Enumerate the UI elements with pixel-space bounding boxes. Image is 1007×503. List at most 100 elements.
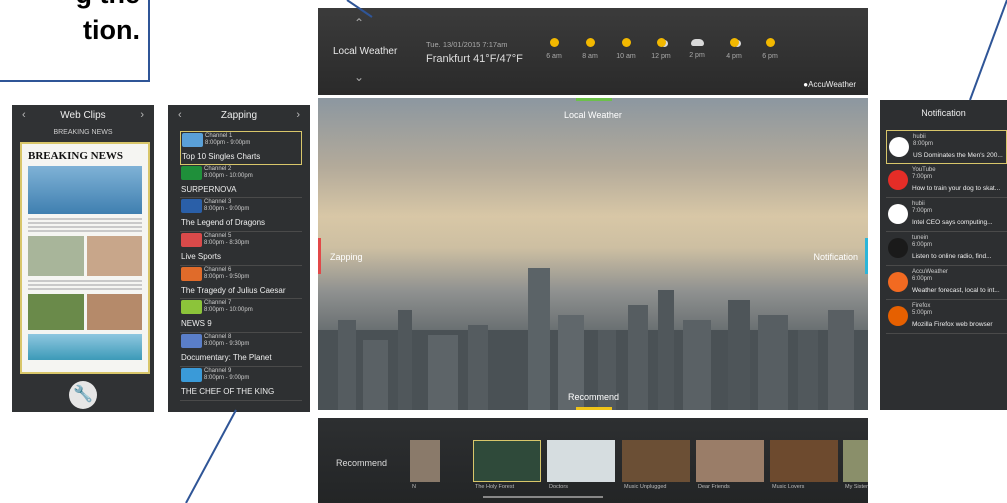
channel-number: Channel 8 — [204, 334, 232, 341]
zapping-tab-indicator[interactable] — [318, 238, 321, 274]
weather-hour-forecast: 10 am — [611, 38, 641, 60]
local-weather-label[interactable]: Local Weather — [564, 110, 622, 120]
channel-info: Channel 5 8:00pm - 8:30pm — [204, 233, 249, 247]
channel-item[interactable]: Channel 5 8:00pm - 8:30pm Live Sports — [180, 232, 302, 266]
channel-logo-icon — [181, 233, 202, 248]
channel-number: Channel 3 — [204, 199, 232, 206]
channel-logo-icon — [181, 199, 202, 214]
news-photo — [28, 294, 84, 330]
channel-item[interactable]: Channel 3 8:00pm - 9:00pm The Legend of Dr… — [180, 198, 302, 233]
channel-logo-icon — [181, 300, 202, 315]
recommend-card[interactable] — [843, 440, 868, 482]
notification-label[interactable]: Notification — [813, 252, 858, 262]
weather-hour-label: 4 pm — [726, 53, 742, 60]
sun-icon — [585, 38, 595, 47]
recommend-card[interactable] — [547, 440, 615, 482]
weather-hour-forecast: 6 pm — [755, 38, 785, 60]
channel-list: Channel 1 8:00pm - 9:00pm Top 10 Singles C… — [180, 131, 302, 401]
channel-info: Channel 2 8:00pm - 10:00pm — [204, 166, 253, 180]
notification-message: Mozilla Firefox web browser — [912, 321, 993, 328]
zapping-label[interactable]: Zapping — [330, 252, 363, 262]
recommend-card[interactable] — [410, 440, 440, 482]
weather-hour-label: 12 pm — [651, 53, 671, 60]
callout-box: g the tion. — [0, 0, 150, 82]
notification-title: Notification — [921, 108, 966, 118]
notification-message: How to train your dog to skat... — [912, 185, 1001, 192]
notification-time: 7:00pm — [912, 174, 933, 180]
notification-item[interactable]: tunein 6:00pm Listen to online radio, find… — [886, 232, 1007, 266]
channel-item[interactable]: Channel 9 8:00pm - 9:00pm THE CHEF OF THE … — [180, 367, 302, 401]
notification-item[interactable]: AccuWeather 6:00pm Weather forecast, local… — [886, 266, 1007, 300]
youtube-icon — [888, 170, 908, 190]
program-title: Documentary: The Planet — [181, 353, 272, 363]
program-title: NEWS 9 — [181, 319, 212, 329]
notification-item[interactable]: hubii 8:00pm US Dominates the Men's 200... — [886, 130, 1007, 164]
wrench-icon[interactable]: 🔧 — [69, 381, 97, 409]
weather-hour-label: 6 am — [546, 53, 562, 60]
chevron-right-icon[interactable]: › — [140, 109, 144, 121]
weather-date: Tue. 13/01/2015 7:17am — [426, 40, 508, 49]
channel-item[interactable]: Channel 2 8:00pm - 10:00pm SURPERNOVA — [180, 165, 302, 199]
notification-tab-indicator[interactable] — [865, 238, 868, 274]
sun-icon — [621, 38, 631, 47]
recommend-bar[interactable]: Recommend N The Holy Forest Doctors Music U… — [318, 418, 868, 503]
channel-item[interactable]: Channel 1 8:00pm - 9:00pm Top 10 Singles C… — [180, 131, 302, 165]
weather-tab-indicator[interactable] — [576, 98, 612, 101]
channel-logo-icon — [181, 165, 202, 180]
chevron-right-icon[interactable]: › — [296, 109, 300, 121]
recommend-card[interactable] — [622, 440, 690, 482]
channel-info: Channel 7 8:00pm - 10:00pm — [204, 300, 253, 314]
channel-time: 8:00pm - 9:50pm — [204, 273, 250, 280]
hubii-icon — [889, 137, 909, 157]
news-photo — [28, 166, 142, 214]
web-clips-panel[interactable]: ‹ Web Clips › BREAKING NEWS BREAKING NEW… — [12, 105, 154, 412]
notification-time: 8:00pm — [913, 141, 934, 147]
recommend-card[interactable] — [770, 440, 838, 482]
channel-info: Channel 8 8:00pm - 9:30pm — [204, 334, 249, 348]
notification-time: 5:00pm — [912, 310, 933, 316]
local-weather-bar[interactable]: ⌃ Local Weather ⌄ Tue. 13/01/2015 7:17am… — [318, 8, 868, 95]
recommend-card[interactable] — [696, 440, 764, 482]
notification-panel[interactable]: Notification hubii 8:00pm US Dominates the… — [880, 100, 1007, 410]
channel-logo-icon — [181, 334, 202, 349]
channel-number: Channel 2 — [204, 165, 232, 172]
recommend-label[interactable]: Recommend — [568, 392, 619, 402]
main-city-view[interactable]: Local Weather Zapping Notification Recom… — [318, 98, 868, 410]
channel-logo-icon — [182, 133, 203, 147]
chevron-down-icon[interactable]: ⌄ — [354, 70, 364, 84]
recommend-caption: The Holy Forest — [475, 484, 515, 490]
channel-info: Channel 6 8:00pm - 9:50pm — [204, 267, 249, 281]
channel-item[interactable]: Channel 6 8:00pm - 9:50pm The Tragedy of J… — [180, 266, 302, 300]
notification-source: Firefox 5:00pm — [912, 303, 932, 317]
weather-hour-forecast: 8 am — [575, 38, 605, 60]
partly-cloudy-icon — [729, 38, 739, 47]
recommend-caption: Dear Friends — [698, 484, 730, 490]
partly-cloudy-icon — [656, 38, 666, 47]
notification-message: Intel CEO says computing... — [912, 219, 993, 226]
recommend-caption: Doctors — [549, 484, 568, 490]
zapping-panel[interactable]: ‹ Zapping › Channel 1 8:00pm - 9:00pm Top … — [168, 105, 310, 412]
recommend-caption: Music Unplugged — [624, 484, 667, 490]
weather-hour-forecast: 4 pm — [719, 38, 749, 60]
channel-time: 8:00pm - 9:30pm — [204, 341, 250, 348]
recommend-tab-indicator[interactable] — [576, 407, 612, 410]
notification-time: 6:00pm — [912, 276, 933, 282]
notification-item[interactable]: YouTube 7:00pm How to train your dog to sk… — [886, 164, 1007, 198]
channel-item[interactable]: Channel 7 8:00pm - 10:00pm NEWS 9 — [180, 299, 302, 334]
program-title: THE CHEF OF THE KING — [181, 386, 275, 396]
news-photo — [86, 294, 142, 330]
news-photo — [28, 236, 84, 276]
news-clip-thumbnail[interactable]: BREAKING NEWS — [20, 142, 150, 374]
notification-item[interactable]: Firefox 5:00pm Mozilla Firefox web browser — [886, 300, 1007, 334]
notification-item[interactable]: hubii 7:00pm Intel CEO says computing... — [886, 198, 1007, 232]
recommend-card[interactable] — [473, 440, 541, 482]
channel-number: Channel 6 — [204, 266, 232, 273]
notification-message: Weather forecast, local to int... — [912, 287, 1000, 294]
channel-item[interactable]: Channel 8 8:00pm - 9:30pm Documentary: The… — [180, 333, 302, 367]
chevron-up-icon[interactable]: ⌃ — [354, 16, 364, 30]
weather-hour-forecast: 6 am — [539, 38, 569, 60]
weather-hour-forecast: 2 pm — [682, 38, 712, 59]
recommend-scrollbar[interactable] — [483, 496, 603, 498]
channel-time: 8:00pm - 9:00pm — [204, 206, 250, 213]
news-headline: BREAKING NEWS — [28, 150, 124, 162]
